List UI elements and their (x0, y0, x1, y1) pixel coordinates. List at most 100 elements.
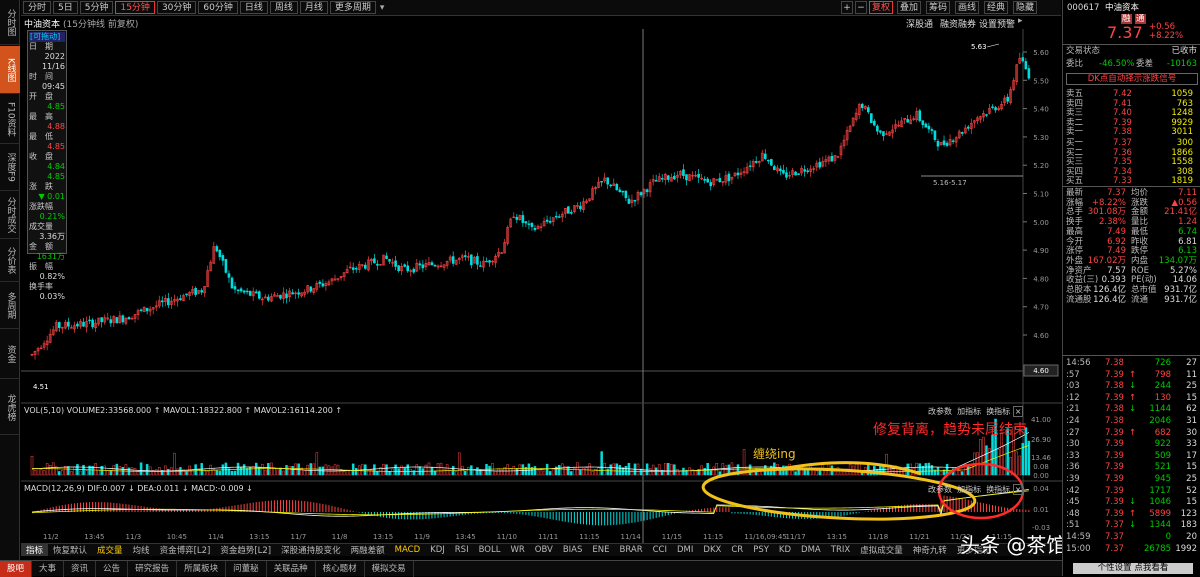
indicator-tab-20[interactable]: CR (726, 545, 748, 555)
indicator-tab-18[interactable]: DMI (672, 545, 698, 555)
period-tab-5[interactable]: 60分钟 (198, 1, 238, 14)
status-tab-6[interactable]: 问董秘 (226, 560, 267, 577)
period-tab-7[interactable]: 周线 (269, 1, 298, 14)
period-tab-2[interactable]: 5分钟 (79, 1, 114, 14)
nav-5[interactable]: 分价表 (0, 240, 20, 282)
tick-row: :39 7.39 945 25 (1063, 474, 1200, 484)
candle-body (633, 200, 637, 202)
macd-close-icon[interactable]: × (1012, 484, 1024, 495)
nav-2[interactable]: F10资料 (0, 95, 20, 144)
indicator-tab-16[interactable]: BRAR (615, 545, 648, 555)
kline-chart[interactable]: 5.60 5.50 5.40 5.30 5.20 5.10 5.00 4.90 4.80 4.70… (21, 29, 1062, 543)
vol-swap-indicator[interactable]: 换指标 (986, 407, 1010, 416)
indicator-tab-17[interactable]: CCI (648, 545, 672, 555)
indicator-tab-14[interactable]: BIAS (558, 545, 588, 555)
stat-row: 今开 6.92 昨收 6.81 (1063, 237, 1200, 247)
indicator-tab-24[interactable]: TRIX (826, 545, 855, 555)
date-tick-label: 11/15 (662, 533, 682, 541)
buy-volume: 1866 (1171, 147, 1193, 158)
history-info-box[interactable]: [可拖动] 日 期 2022 11/16 时 间 09:45 开 盘 4.85 最 高 4.88… (27, 30, 67, 301)
period-tab-4[interactable]: 30分钟 (156, 1, 197, 14)
period-tab-9[interactable]: 更多周期 (329, 1, 376, 14)
zoom-in-button[interactable]: + (841, 1, 853, 14)
collapse-icon[interactable]: ▸ (1018, 16, 1023, 26)
period-tab-0[interactable]: 分时 (23, 1, 52, 14)
candle-body (267, 296, 270, 301)
stat-label: 外盘 (1066, 255, 1084, 266)
status-tab-4[interactable]: 研究报告 (128, 560, 178, 577)
period-tab-8[interactable]: 月线 (299, 1, 328, 14)
macd-change-param[interactable]: 改参数 (928, 485, 952, 494)
sell-volume: 1248 (1171, 108, 1193, 119)
candle-body (782, 169, 785, 174)
indicator-tab-19[interactable]: DKX (698, 545, 726, 555)
nav-7[interactable]: 资金 (0, 330, 20, 379)
stat-row: 流通股 126.4亿 流通 931.7亿 (1063, 295, 1200, 305)
indicator-tab-2[interactable]: 成交量 (92, 544, 128, 556)
indicator-tab-13[interactable]: OBV (530, 545, 558, 555)
stat-label: 最高 (1066, 226, 1084, 237)
zoom-out-button[interactable]: − (855, 1, 867, 14)
indicator-tab-6[interactable]: 深股通持股变化 (276, 544, 346, 556)
status-tab-9[interactable]: 模拟交易 (365, 560, 414, 577)
period-tab-1[interactable]: 5日 (53, 1, 78, 14)
signal-box[interactable]: DK点自动择示涨跌信号 (1066, 73, 1198, 85)
chip-button[interactable]: 筹码 (926, 1, 950, 14)
classic-button[interactable]: 经典 (984, 1, 1008, 14)
status-tab-5[interactable]: 所属板块 (177, 560, 227, 577)
adjust-button[interactable]: 复权 (869, 1, 893, 14)
status-tab-3[interactable]: 公告 (96, 560, 129, 577)
volume-bar (579, 469, 582, 476)
indicator-tab-22[interactable]: KD (774, 545, 796, 555)
status-tab-1[interactable]: 大事 (32, 560, 65, 577)
indicator-tab-8[interactable]: MACD (390, 545, 425, 555)
nav-3[interactable]: 深度F9 (0, 145, 20, 191)
indicator-tab-15[interactable]: ENE (587, 545, 614, 555)
nav-4[interactable]: 分时成交 (0, 192, 20, 239)
period-tab-3[interactable]: 15分钟 (115, 1, 155, 14)
period-tab-6[interactable]: 日线 (239, 1, 268, 14)
history-label: 时 间 (29, 72, 53, 81)
nav-6[interactable]: 多周期 (0, 283, 20, 329)
nav-0[interactable]: 分时图 (0, 0, 20, 45)
date-tick-label: 13:15 (249, 533, 269, 541)
volume-bar (70, 471, 73, 476)
indicator-tab-0[interactable]: 指标 (21, 544, 49, 556)
vol-close-icon[interactable]: × (1012, 406, 1024, 417)
nav-1[interactable]: K线图 (0, 46, 20, 94)
status-tab-0[interactable]: 股吧 (0, 560, 33, 577)
indicator-tab-9[interactable]: KDJ (425, 545, 450, 555)
macd-swap-indicator[interactable]: 换指标 (986, 485, 1010, 494)
hide-button[interactable]: 隐藏 (1013, 1, 1037, 14)
indicator-tab-26[interactable]: 神奇九转 (908, 544, 952, 556)
volume-bar (224, 462, 228, 476)
indicator-tab-23[interactable]: DMA (796, 545, 826, 555)
indicator-tab-11[interactable]: BOLL (474, 545, 506, 555)
vol-add-indicator[interactable]: 加指标 (957, 407, 981, 416)
status-tab-7[interactable]: 关联品种 (267, 560, 316, 577)
indicator-tab-21[interactable]: PSY (748, 545, 774, 555)
quote-panel: 000617 中油资本 融 通 7.37 +0.56 +8.22% 交易状态 已… (1062, 0, 1200, 576)
settings-footer[interactable]: 个性设置 点我看看 (1073, 563, 1193, 574)
candle-body (567, 206, 570, 214)
status-tab-8[interactable]: 核心题材 (316, 560, 365, 577)
dropdown-icon[interactable]: ▾ (380, 3, 385, 13)
volume-bar (939, 471, 943, 476)
indicator-tab-25[interactable]: 虚拟成交量 (855, 544, 908, 556)
indicator-tab-10[interactable]: RSI (450, 545, 474, 555)
draw-line-button[interactable]: 画线 (955, 1, 979, 14)
volume-bar (327, 465, 331, 476)
indicator-tab-3[interactable]: 均线 (128, 544, 155, 556)
indicator-tab-5[interactable]: 资金趋势[L2] (215, 544, 276, 556)
sell-price: 7.38 (1113, 127, 1132, 138)
indicator-tab-12[interactable]: WR (505, 545, 529, 555)
indicator-tab-1[interactable]: 恢复默认 (48, 544, 92, 556)
indicator-tab-4[interactable]: 资金博弈[L2] (155, 544, 216, 556)
overlay-button[interactable]: 叠加 (897, 1, 921, 14)
vol-change-param[interactable]: 改参数 (928, 407, 952, 416)
macd-add-indicator[interactable]: 加指标 (957, 485, 981, 494)
candle-body (627, 198, 631, 204)
status-tab-2[interactable]: 资讯 (64, 560, 97, 577)
indicator-tab-7[interactable]: 两融差额 (346, 544, 390, 556)
nav-8[interactable]: 龙虎榜 (0, 380, 20, 435)
